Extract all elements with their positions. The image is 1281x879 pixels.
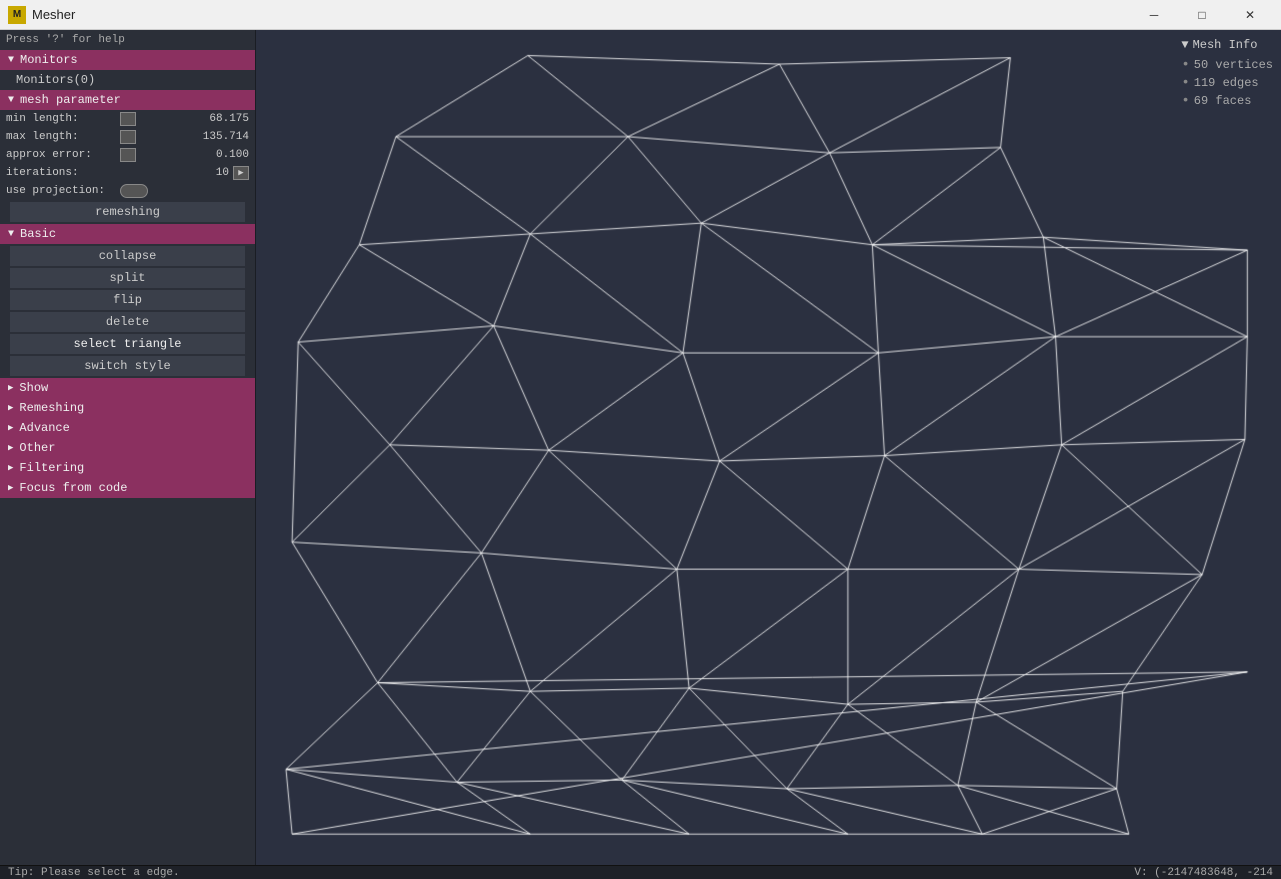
filtering-label: Filtering	[19, 461, 84, 475]
app-icon: M	[8, 6, 26, 24]
approx-error-value: 0.100	[140, 149, 249, 161]
basic-content: collapse split flip delete select triang…	[0, 244, 255, 378]
monitors-label: Monitors	[20, 53, 78, 67]
flip-button[interactable]: flip	[10, 290, 245, 310]
iterations-label: iterations:	[6, 167, 116, 179]
mesh-info-title: Mesh Info	[1193, 38, 1258, 52]
max-length-value: 135.714	[140, 131, 249, 143]
edges-info: 119 edges	[1194, 76, 1259, 90]
other-label: Other	[19, 441, 55, 455]
max-length-label: max length:	[6, 131, 116, 143]
sidebar: Press '?' for help ▼ Monitors Monitors(0…	[0, 30, 256, 865]
approx-error-checkbox[interactable]	[120, 148, 136, 162]
other-menu-item[interactable]: ▶ Other	[0, 438, 255, 458]
mesh-param-label: mesh parameter	[20, 93, 121, 107]
basic-arrow-icon: ▼	[8, 229, 14, 240]
mesh-info-arrow-icon: ▼	[1181, 38, 1188, 52]
mesh-info-panel: ▼ Mesh Info • 50 vertices • 119 edges • …	[1181, 38, 1273, 110]
min-length-row: min length: 68.175	[0, 110, 255, 128]
use-projection-toggle[interactable]	[120, 184, 148, 198]
window-controls: ─ □ ✕	[1131, 0, 1273, 30]
edges-bullet-icon: •	[1181, 75, 1189, 91]
iterations-value: 10	[120, 167, 229, 179]
faces-bullet-icon: •	[1181, 93, 1189, 109]
minimize-button[interactable]: ─	[1131, 0, 1177, 30]
monitors-arrow-icon: ▼	[8, 55, 14, 66]
split-button[interactable]: split	[10, 268, 245, 288]
titlebar: M Mesher ─ □ ✕	[0, 0, 1281, 30]
vertices-info: 50 vertices	[1194, 58, 1273, 72]
advance-menu-item[interactable]: ▶ Advance	[0, 418, 255, 438]
close-button[interactable]: ✕	[1227, 0, 1273, 30]
faces-info: 69 faces	[1194, 94, 1252, 108]
monitors-content: Monitors(0)	[0, 70, 255, 90]
mesh-info-header: ▼ Mesh Info	[1181, 38, 1273, 52]
select-triangle-button[interactable]: select triangle	[10, 334, 245, 354]
vertices-bullet-icon: •	[1181, 57, 1189, 73]
focus-from-code-menu-item[interactable]: ▶ Focus from code	[0, 478, 255, 498]
coords-text: V: (-2147483648, -214	[1134, 867, 1273, 879]
collapse-button[interactable]: collapse	[10, 246, 245, 266]
min-length-label: min length:	[6, 113, 116, 125]
max-length-checkbox[interactable]	[120, 130, 136, 144]
show-arrow-icon: ▶	[8, 383, 13, 393]
approx-error-row: approx error: 0.100	[0, 146, 255, 164]
app-title: Mesher	[32, 7, 1131, 22]
basic-section-header[interactable]: ▼ Basic	[0, 224, 255, 244]
help-hint: Press '?' for help	[0, 30, 255, 50]
focus-from-code-label: Focus from code	[19, 481, 127, 495]
vertices-info-row: • 50 vertices	[1181, 56, 1273, 74]
basic-label: Basic	[20, 227, 56, 241]
use-projection-row: use projection:	[0, 182, 255, 200]
monitors-section-header[interactable]: ▼ Monitors	[0, 50, 255, 70]
main-content: Press '?' for help ▼ Monitors Monitors(0…	[0, 30, 1281, 865]
tip-text: Tip: Please select a edge.	[8, 867, 180, 879]
switch-style-button[interactable]: switch style	[10, 356, 245, 376]
remeshing-button[interactable]: remeshing	[10, 202, 245, 222]
faces-info-row: • 69 faces	[1181, 92, 1273, 110]
mesh-canvas-area[interactable]: ▼ Mesh Info • 50 vertices • 119 edges • …	[256, 30, 1281, 865]
focus-from-code-arrow-icon: ▶	[8, 483, 13, 493]
min-length-checkbox[interactable]	[120, 112, 136, 126]
mesh-param-arrow-icon: ▼	[8, 95, 14, 106]
max-length-row: max length: 135.714	[0, 128, 255, 146]
show-menu-item[interactable]: ▶ Show	[0, 378, 255, 398]
monitors-sub-item: Monitors(0)	[0, 70, 255, 90]
remeshing-menu-item[interactable]: ▶ Remeshing	[0, 398, 255, 418]
advance-arrow-icon: ▶	[8, 423, 13, 433]
other-arrow-icon: ▶	[8, 443, 13, 453]
statusbar: Tip: Please select a edge. V: (-21474836…	[0, 865, 1281, 879]
use-projection-label: use projection:	[6, 185, 116, 197]
remeshing-arrow-icon: ▶	[8, 403, 13, 413]
show-label: Show	[19, 381, 48, 395]
remeshing-menu-label: Remeshing	[19, 401, 84, 415]
approx-error-label: approx error:	[6, 149, 116, 161]
min-length-value: 68.175	[140, 113, 249, 125]
filtering-menu-item[interactable]: ▶ Filtering	[0, 458, 255, 478]
mesh-param-content: min length: 68.175 max length: 135.714 a…	[0, 110, 255, 224]
mesh-canvas[interactable]	[256, 30, 1281, 865]
advance-label: Advance	[19, 421, 69, 435]
filtering-arrow-icon: ▶	[8, 463, 13, 473]
mesh-param-section-header[interactable]: ▼ mesh parameter	[0, 90, 255, 110]
delete-button[interactable]: delete	[10, 312, 245, 332]
edges-info-row: • 119 edges	[1181, 74, 1273, 92]
iterations-row: iterations: 10 ▶	[0, 164, 255, 182]
iterations-stepper[interactable]: ▶	[233, 166, 249, 180]
maximize-button[interactable]: □	[1179, 0, 1225, 30]
